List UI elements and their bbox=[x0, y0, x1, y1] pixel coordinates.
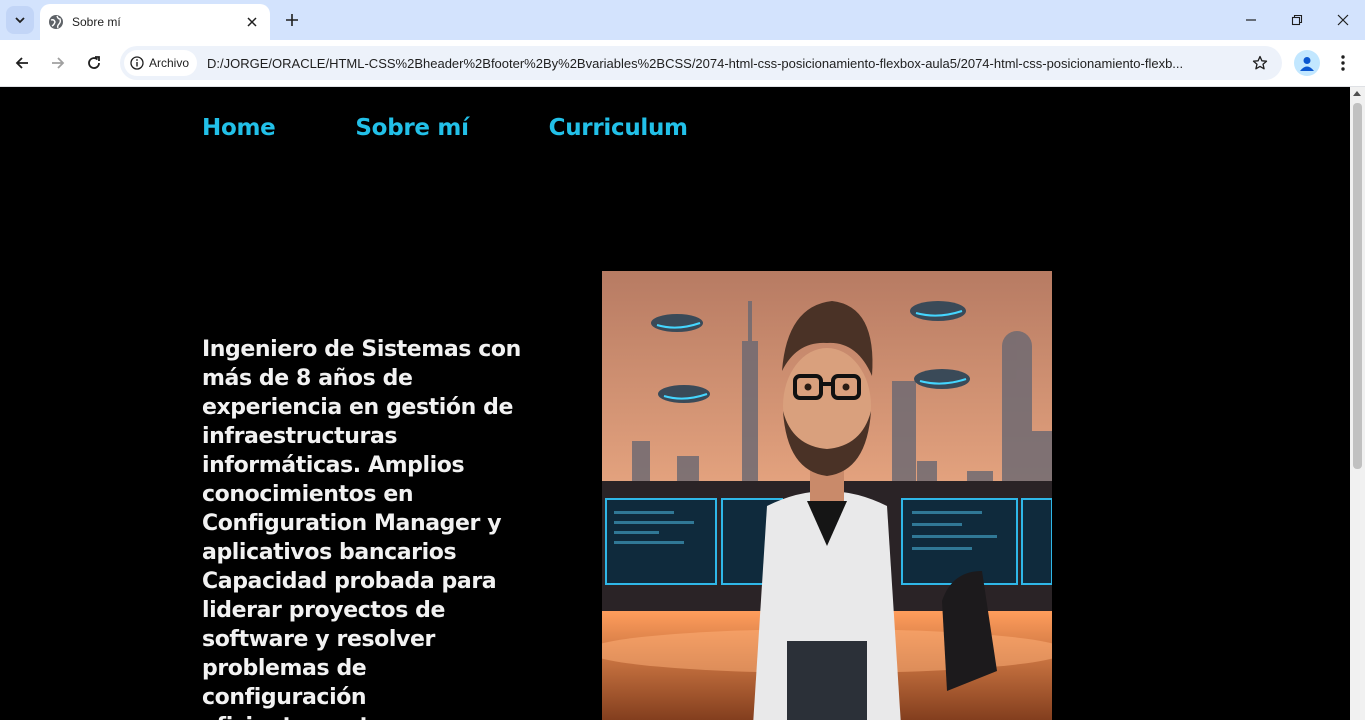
more-vertical-icon bbox=[1341, 55, 1345, 71]
info-icon bbox=[130, 56, 144, 70]
profile-avatar-button[interactable] bbox=[1294, 50, 1320, 76]
profile-portrait-image bbox=[602, 271, 1052, 720]
chevron-down-icon bbox=[15, 17, 25, 24]
close-window-button[interactable] bbox=[1320, 0, 1365, 40]
arrow-right-icon bbox=[52, 57, 65, 69]
site-info-chip[interactable]: Archivo bbox=[124, 50, 198, 76]
nav-link-curriculum[interactable]: Curriculum bbox=[549, 115, 688, 141]
close-icon[interactable] bbox=[244, 14, 260, 30]
close-icon bbox=[1337, 14, 1349, 26]
plus-icon bbox=[286, 14, 298, 26]
restore-button[interactable] bbox=[1274, 0, 1320, 40]
person-icon bbox=[1300, 57, 1314, 71]
restore-icon bbox=[1291, 14, 1303, 26]
tab-title: Sobre mí bbox=[72, 15, 121, 29]
browser-tabstrip: Sobre mí bbox=[0, 0, 1365, 40]
scrollbar-thumb[interactable] bbox=[1353, 103, 1362, 469]
nav-link-home[interactable]: Home bbox=[202, 115, 276, 141]
page-scrollbar[interactable] bbox=[1350, 87, 1365, 720]
page-viewport: Home Sobre mí Curriculum Ingeniero de Si… bbox=[0, 87, 1350, 720]
bio-text: Ingeniero de Sistemas con más de 8 años … bbox=[202, 337, 521, 720]
url-text[interactable]: D:/JORGE/ORACLE/HTML-CSS%2Bheader%2Bfoot… bbox=[207, 56, 1232, 71]
browser-toolbar: Archivo D:/JORGE/ORACLE/HTML-CSS%2Bheade… bbox=[0, 40, 1365, 87]
browser-tab[interactable]: Sobre mí bbox=[40, 4, 270, 40]
star-icon bbox=[1252, 55, 1268, 70]
site-nav: Home Sobre mí Curriculum bbox=[202, 115, 768, 141]
forward-button[interactable] bbox=[43, 48, 73, 78]
new-tab-button[interactable] bbox=[280, 8, 304, 32]
minimize-button[interactable] bbox=[1228, 0, 1274, 40]
globe-icon bbox=[48, 14, 64, 30]
tab-search-button[interactable] bbox=[6, 6, 34, 34]
address-bar[interactable]: Archivo D:/JORGE/ORACLE/HTML-CSS%2Bheade… bbox=[120, 46, 1282, 80]
scroll-up-arrow-icon[interactable] bbox=[1353, 91, 1361, 96]
site-chip-label: Archivo bbox=[149, 56, 190, 70]
bookmark-star-button[interactable] bbox=[1248, 51, 1272, 75]
minimize-icon bbox=[1246, 19, 1256, 21]
nav-link-sobre-mi[interactable]: Sobre mí bbox=[355, 115, 469, 141]
reload-button[interactable] bbox=[79, 48, 109, 78]
reload-icon bbox=[88, 56, 100, 69]
arrow-left-icon bbox=[15, 57, 28, 69]
back-button[interactable] bbox=[7, 48, 37, 78]
browser-menu-button[interactable] bbox=[1330, 50, 1356, 76]
